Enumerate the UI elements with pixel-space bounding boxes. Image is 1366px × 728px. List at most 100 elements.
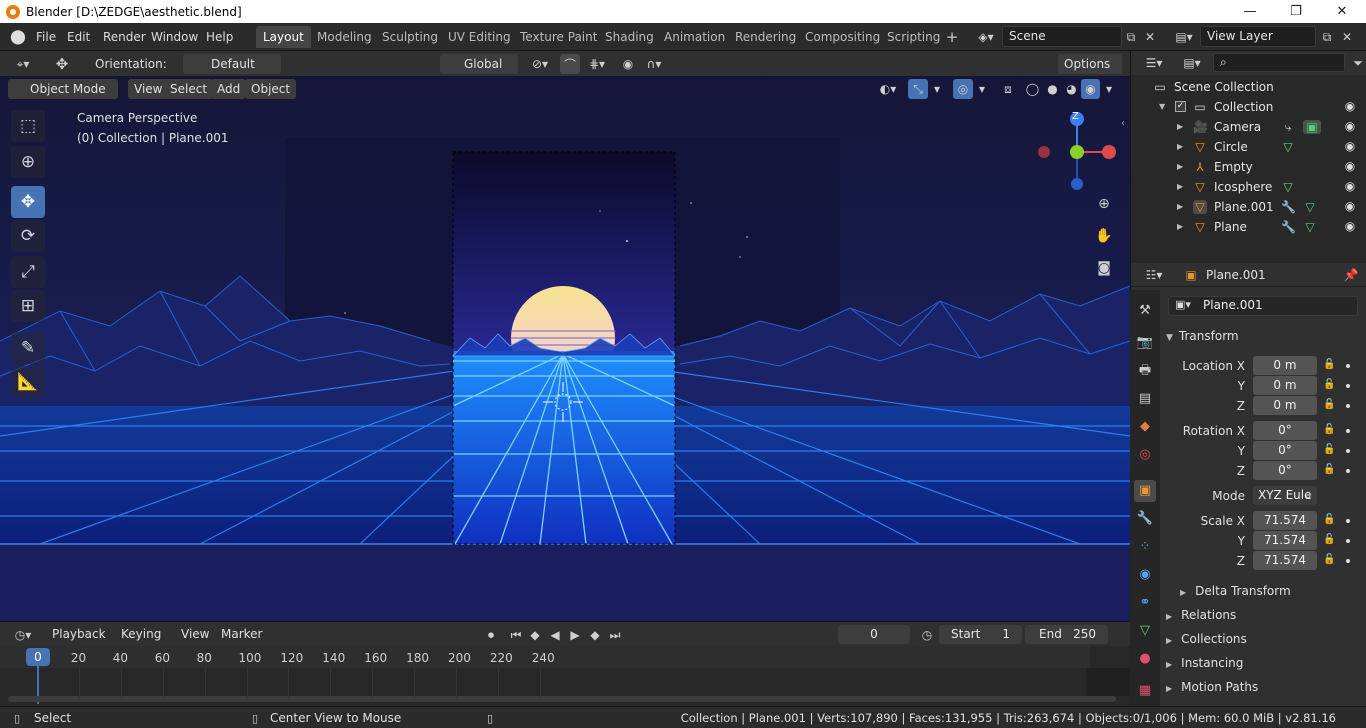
prev-keyframe-icon[interactable]: ◆ xyxy=(526,625,544,645)
section-instancing[interactable]: ▶ Instancing xyxy=(1166,656,1243,670)
expand-icon[interactable]: ▶ xyxy=(1177,137,1183,157)
eye-icon[interactable]: ◉ xyxy=(1343,119,1357,133)
object-tab-icon[interactable]: ▣ xyxy=(1134,480,1156,502)
keyframe-dot-icon[interactable] xyxy=(1346,364,1350,368)
camera-view-icon[interactable]: ◙ xyxy=(1094,258,1114,278)
section-delta-transform[interactable]: ▶ Delta Transform xyxy=(1180,584,1291,598)
end-frame-field[interactable]: End 250 xyxy=(1025,625,1108,644)
scene-tab-icon[interactable]: ◆ xyxy=(1134,416,1156,438)
menu-window[interactable]: Window xyxy=(151,28,198,46)
properties-editor-type-icon[interactable]: ☷▾ xyxy=(1139,266,1169,284)
blender-menu-icon[interactable]: ⬤ xyxy=(8,28,28,46)
transform-section-header[interactable]: ▼ Transform xyxy=(1166,329,1239,343)
play-icon[interactable]: ▶ xyxy=(566,625,584,645)
texture-tab-icon[interactable]: ▦ xyxy=(1134,680,1156,702)
lock-icon[interactable]: 🔓 xyxy=(1323,399,1335,410)
next-keyframe-icon[interactable]: ◆ xyxy=(586,625,604,645)
keyframe-dot-icon[interactable] xyxy=(1346,384,1350,388)
scale-field-z[interactable]: 71.574 xyxy=(1253,551,1317,570)
location-field-z[interactable]: 0 m xyxy=(1253,396,1317,415)
play-reverse-icon[interactable]: ◀ xyxy=(546,625,564,645)
menu-keying[interactable]: Keying xyxy=(121,624,161,644)
mesh-data-tab-icon[interactable]: ▽ xyxy=(1134,620,1156,642)
eye-icon[interactable]: ◉ xyxy=(1343,139,1357,153)
current-frame-field[interactable]: 0 xyxy=(838,625,910,644)
overlay-toggle-icon[interactable]: ◎ xyxy=(953,79,973,99)
mesh-data-icon[interactable]: ▽ xyxy=(1281,140,1295,154)
expand-icon[interactable]: ▶ xyxy=(1177,197,1183,217)
location-field-y[interactable]: 0 m xyxy=(1253,376,1317,395)
datablock-browse-icon[interactable]: ▣▾ xyxy=(1175,298,1191,311)
outliner-editor-type-icon[interactable]: ☰▾ xyxy=(1139,54,1169,72)
lock-icon[interactable]: 🔓 xyxy=(1323,464,1335,475)
playhead-frame[interactable]: 0 xyxy=(26,648,50,666)
lock-icon[interactable]: 🔓 xyxy=(1323,554,1335,565)
outliner-filter-icon[interactable]: ⏷ xyxy=(1351,54,1365,72)
pan-hand-icon[interactable]: ✋ xyxy=(1094,226,1114,246)
zoom-icon[interactable]: ⊕ xyxy=(1094,194,1114,214)
keyframe-dot-icon[interactable] xyxy=(1346,539,1350,543)
gizmo-menu-icon[interactable]: ▾ xyxy=(930,79,944,99)
scale-field-x[interactable]: 71.574 xyxy=(1253,511,1317,530)
menu-select[interactable]: Select xyxy=(164,79,214,99)
constraint-icon[interactable]: ⤷ xyxy=(1281,120,1295,134)
menu-playback[interactable]: Playback xyxy=(52,624,106,644)
mode-dropdown[interactable]: Object Mode xyxy=(8,79,118,99)
falloff-icon[interactable]: ∩▾ xyxy=(640,54,668,74)
timeline-scrollbar[interactable] xyxy=(8,696,1116,702)
view-layer-field[interactable]: View Layer xyxy=(1200,26,1316,47)
tool-tab-icon[interactable]: ⚒ xyxy=(1134,300,1156,322)
outliner-scene-collection[interactable]: ▭ Scene Collection xyxy=(1131,77,1366,97)
expand-icon[interactable]: ▶ xyxy=(1177,177,1183,197)
tab-animation[interactable]: Animation xyxy=(657,26,732,48)
material-shading-icon[interactable]: ◕ xyxy=(1062,79,1081,99)
keyframe-dot-icon[interactable] xyxy=(1346,559,1350,563)
outliner-search-input[interactable]: ⌕ xyxy=(1213,53,1345,72)
move-icon[interactable]: ✥ xyxy=(11,186,45,218)
add-workspace-button[interactable]: + xyxy=(944,28,960,46)
expand-icon[interactable]: ▶ xyxy=(1177,217,1183,237)
eye-icon[interactable]: ◉ xyxy=(1343,219,1357,233)
timeline-ruler[interactable]: 20 40 60 80 100 120 140 160 180 200 220 240 xyxy=(0,646,1090,668)
view-layer-new-icon[interactable]: ⧉ xyxy=(1320,28,1334,46)
outliner-collection[interactable]: ▼ ✓ ▭ Collection ◉ xyxy=(1131,97,1366,117)
menu-add[interactable]: Add xyxy=(211,79,247,99)
outliner-item-circle[interactable]: ▶ ▽ Circle ▽ ◉ xyxy=(1131,137,1366,157)
section-collections[interactable]: ▶ Collections xyxy=(1166,632,1247,646)
display-mode-icon[interactable]: ▤▾ xyxy=(1177,54,1207,72)
lock-icon[interactable]: 🔓 xyxy=(1323,444,1335,455)
outliner-item-camera[interactable]: ▶ 🎥 Camera ⤷ ▣ ◉ xyxy=(1131,117,1366,137)
rotation-mode-dropdown[interactable]: XYZ Eule ⌄ xyxy=(1253,486,1317,505)
menu-marker[interactable]: Marker xyxy=(221,624,262,644)
sidebar-toggle-icon[interactable]: ‹ xyxy=(1121,118,1127,130)
mesh-data-icon[interactable]: ▽ xyxy=(1281,180,1295,194)
tab-modeling[interactable]: Modeling xyxy=(310,26,379,48)
record-icon[interactable]: ⏺ xyxy=(482,625,500,645)
scene-remove-icon[interactable]: ✕ xyxy=(1143,28,1157,46)
tab-uv-editing[interactable]: UV Editing xyxy=(441,26,518,48)
modifier-tab-icon[interactable]: 🔧 xyxy=(1134,508,1156,530)
location-field-x[interactable]: 0 m xyxy=(1253,356,1317,375)
keyframe-dot-icon[interactable] xyxy=(1346,404,1350,408)
modifier-icon[interactable]: 🔧 xyxy=(1281,200,1296,214)
tab-rendering[interactable]: Rendering xyxy=(728,26,803,48)
preview-range-icon[interactable]: ◷ xyxy=(918,625,936,645)
view-layer-browse-icon[interactable]: ▤▾ xyxy=(1170,27,1198,47)
start-frame-field[interactable]: Start 1 xyxy=(939,625,1022,644)
menu-object[interactable]: Object xyxy=(245,79,297,99)
3d-viewport[interactable]: Object Mode View Select Add Object ◐▾ ⤡ … xyxy=(0,76,1130,621)
menu-edit[interactable]: Edit xyxy=(67,28,90,46)
section-motion-paths[interactable]: ▶ Motion Paths xyxy=(1166,680,1258,694)
close-button[interactable]: ✕ xyxy=(1319,0,1365,23)
modifier-icon[interactable]: 🔧 xyxy=(1281,220,1296,234)
overlay-menu-icon[interactable]: ▾ xyxy=(975,79,989,99)
rotation-field-y[interactable]: 0° xyxy=(1253,441,1317,460)
tab-compositing[interactable]: Compositing xyxy=(798,26,887,48)
lock-icon[interactable]: 🔓 xyxy=(1323,514,1335,525)
collection-checkbox[interactable]: ✓ xyxy=(1175,101,1186,112)
physics-tab-icon[interactable]: ◉ xyxy=(1134,564,1156,586)
lock-icon[interactable]: 🔓 xyxy=(1323,534,1335,545)
restore-button[interactable]: ❐ xyxy=(1273,0,1319,23)
scene-new-icon[interactable]: ⧉ xyxy=(1124,28,1138,46)
world-tab-icon[interactable]: ◎ xyxy=(1134,444,1156,466)
